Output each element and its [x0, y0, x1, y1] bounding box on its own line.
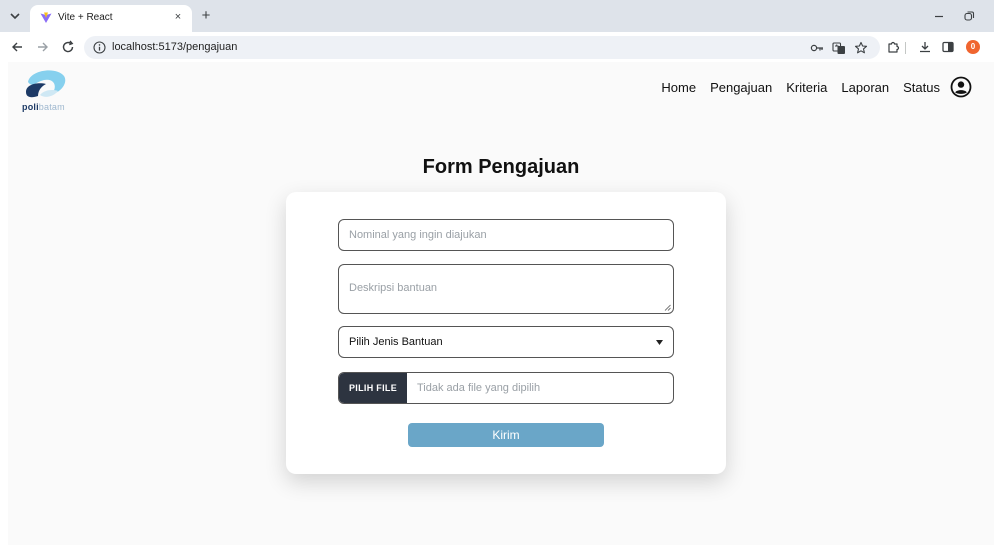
tab-close-icon[interactable]: ×: [172, 11, 184, 23]
pengajuan-form-card: Nominal yang ingin diajukan Deskripsi ba…: [286, 192, 726, 474]
bookmark-star-icon[interactable]: [854, 41, 868, 55]
browser-toolbar: localhost:5173/pengajuan 0: [0, 32, 994, 62]
jenis-bantuan-select[interactable]: Pilih Jenis Bantuan: [338, 326, 674, 358]
submit-button[interactable]: Kirim: [408, 423, 604, 447]
translate-icon[interactable]: [832, 41, 846, 55]
file-upload-field: PILIH FILE Tidak ada file yang dipilih: [338, 372, 674, 404]
back-arrow-icon[interactable]: [10, 40, 24, 54]
profile-avatar[interactable]: 0: [966, 40, 980, 54]
vite-favicon-icon: [40, 12, 52, 23]
site-info-icon[interactable]: [93, 41, 106, 54]
browser-tab[interactable]: Vite + React ×: [30, 5, 192, 32]
resize-grip-icon[interactable]: [664, 304, 671, 311]
window-minimize-icon[interactable]: [932, 9, 946, 23]
new-tab-icon[interactable]: +: [198, 8, 214, 24]
dropdown-caret-icon: [656, 340, 663, 345]
toolbar-divider: [905, 42, 906, 54]
extensions-puzzle-icon[interactable]: [886, 40, 900, 54]
browser-tab-strip: Vite + React × +: [0, 0, 994, 32]
window-restore-icon[interactable]: [962, 9, 976, 23]
main-navigation: Home Pengajuan Kriteria Laporan Status: [647, 76, 972, 98]
nav-kriteria[interactable]: Kriteria: [786, 80, 827, 95]
nav-home[interactable]: Home: [661, 80, 696, 95]
tab-title: Vite + React: [58, 12, 113, 23]
deskripsi-textarea[interactable]: Deskripsi bantuan: [338, 264, 674, 314]
polibatam-logo-mark-icon: [26, 70, 66, 98]
tab-search-chevron-icon[interactable]: [8, 9, 22, 23]
reload-icon[interactable]: [61, 40, 75, 54]
polibatam-logo[interactable]: polibatam: [22, 68, 72, 116]
download-icon[interactable]: [918, 40, 932, 54]
nav-pengajuan[interactable]: Pengajuan: [710, 80, 772, 95]
user-account-icon[interactable]: [950, 76, 972, 98]
page-title: Form Pengajuan: [422, 156, 580, 178]
nav-laporan[interactable]: Laporan: [841, 80, 889, 95]
password-key-icon[interactable]: [810, 41, 824, 55]
deskripsi-placeholder: Deskripsi bantuan: [349, 282, 438, 294]
choose-file-button[interactable]: PILIH FILE: [339, 373, 407, 403]
logo-wordmark: polibatam: [22, 102, 65, 112]
file-status-text: Tidak ada file yang dipilih: [417, 382, 541, 394]
forward-arrow-icon[interactable]: [36, 40, 50, 54]
jenis-bantuan-value: Pilih Jenis Bantuan: [349, 336, 443, 348]
side-panel-icon[interactable]: [941, 40, 955, 54]
nominal-input[interactable]: Nominal yang ingin diajukan: [338, 219, 674, 251]
nav-status[interactable]: Status: [903, 80, 940, 95]
page-viewport: polibatam Home Pengajuan Kriteria Lapora…: [8, 62, 994, 545]
address-bar[interactable]: localhost:5173/pengajuan: [84, 36, 880, 59]
url-text: localhost:5173/pengajuan: [112, 41, 238, 53]
